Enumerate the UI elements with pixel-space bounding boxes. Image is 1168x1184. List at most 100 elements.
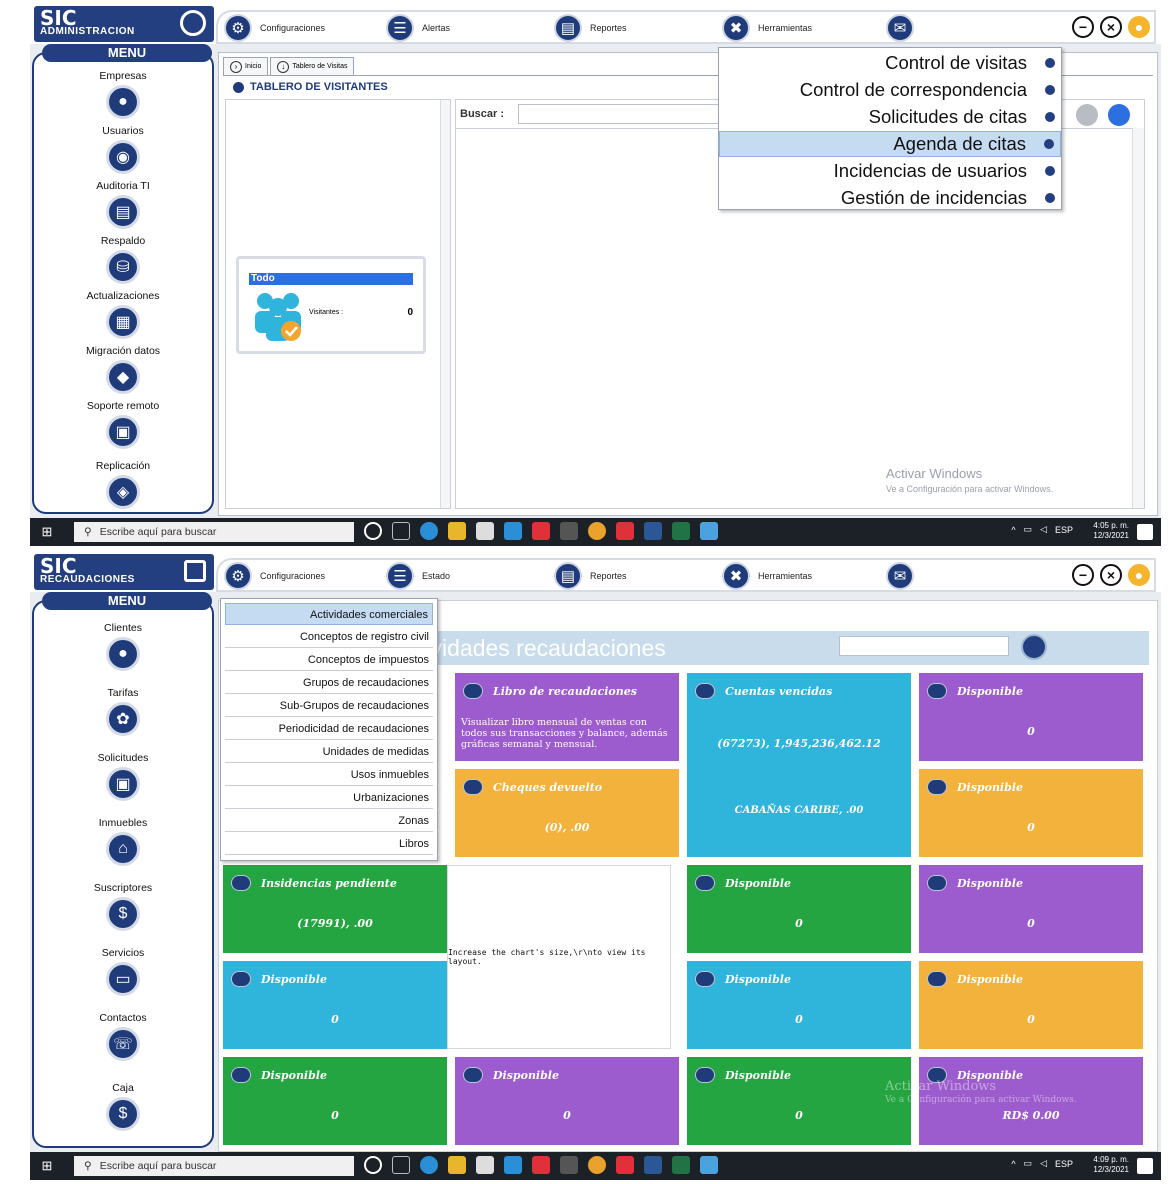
lang-indicator[interactable]: ESP bbox=[1055, 525, 1073, 535]
excel-icon[interactable] bbox=[672, 1156, 690, 1174]
tile-disponible[interactable]: Disponible 0 bbox=[223, 961, 447, 1049]
volume-icon[interactable]: ◁ bbox=[1040, 524, 1047, 535]
nav-alertas[interactable]: ☰ Alertas bbox=[386, 14, 450, 42]
chevron-up-icon[interactable]: ^ bbox=[1011, 1159, 1015, 1169]
tile-disponible[interactable]: Disponible 0 bbox=[919, 673, 1143, 761]
edge-icon[interactable] bbox=[420, 1156, 438, 1174]
taskbar-search[interactable]: ⚲ Escribe aquí para buscar bbox=[74, 522, 354, 542]
sidebar-item-soporte[interactable]: Soporte remoto ▣ bbox=[34, 400, 212, 449]
nav-configuraciones[interactable]: ⚙ Configuraciones bbox=[224, 14, 325, 42]
menu-item-grupos-recaudaciones[interactable]: Grupos de recaudaciones bbox=[225, 672, 433, 694]
tile-insidencias-pendiente[interactable]: Insidencias pendiente (17991), .00 bbox=[223, 865, 447, 953]
cortana-icon[interactable] bbox=[364, 522, 382, 540]
windows-start-icon[interactable]: ⊞ bbox=[34, 522, 60, 542]
menu-item-actividades-comerciales[interactable]: Actividades comerciales bbox=[225, 603, 433, 625]
sidebar-item-usuarios[interactable]: Usuarios ◉ bbox=[34, 125, 212, 174]
tile-disponible[interactable]: Disponible 0 bbox=[919, 865, 1143, 953]
menu-item-unidades-medidas[interactable]: Unidades de medidas bbox=[225, 741, 433, 763]
cortana-icon[interactable] bbox=[364, 1156, 382, 1174]
edge-icon[interactable] bbox=[420, 522, 438, 540]
sidebar-item-solicitudes[interactable]: Solicitudes ▣ bbox=[34, 752, 212, 801]
nav-herramientas[interactable]: ✖ Herramientas bbox=[722, 562, 812, 590]
dashboard-search-input[interactable] bbox=[839, 636, 1009, 656]
word-icon[interactable] bbox=[644, 1156, 662, 1174]
windows-start-icon[interactable]: ⊞ bbox=[34, 1156, 60, 1176]
app-icon[interactable] bbox=[532, 522, 550, 540]
nav-mail[interactable]: ✉ bbox=[886, 562, 914, 590]
sidebar-item-servicios[interactable]: Servicios ▭ bbox=[34, 947, 212, 996]
taskbar-search[interactable]: ⚲ Escribe aquí para buscar bbox=[74, 1156, 354, 1176]
sidebar-item-suscriptores[interactable]: Suscriptores $ bbox=[34, 882, 212, 931]
file-explorer-icon[interactable] bbox=[448, 522, 466, 540]
tile-cheques-devuelto[interactable]: Cheques devuelto (0), .00 bbox=[455, 769, 679, 857]
chrome-icon[interactable] bbox=[588, 522, 606, 540]
menu-item-libros[interactable]: Libros bbox=[225, 833, 433, 855]
scrollbar[interactable] bbox=[440, 100, 450, 508]
app-icon[interactable] bbox=[560, 522, 578, 540]
user-icon[interactable]: ● bbox=[1128, 16, 1150, 38]
network-icon[interactable]: ▭ bbox=[1024, 524, 1033, 535]
mail-app-icon[interactable] bbox=[504, 1156, 522, 1174]
menu-item-control-correspondencia[interactable]: Control de correspondencia bbox=[719, 77, 1061, 103]
minimize-icon[interactable]: − bbox=[1072, 564, 1094, 586]
sidebar-item-migracion[interactable]: Migración datos ◆ bbox=[34, 345, 212, 394]
sidebar-item-inmuebles[interactable]: Inmuebles ⌂ bbox=[34, 817, 212, 866]
tile-disponible[interactable]: Disponible 0 bbox=[455, 1057, 679, 1145]
menu-item-agenda-citas[interactable]: Agenda de citas bbox=[719, 131, 1061, 157]
tile-disponible[interactable]: Disponible 0 bbox=[687, 865, 911, 953]
menu-item-conceptos-impuestos[interactable]: Conceptos de impuestos bbox=[225, 649, 433, 671]
chart-icon[interactable] bbox=[1021, 634, 1047, 660]
user-icon[interactable]: ● bbox=[1128, 564, 1150, 586]
nav-reportes[interactable]: ▤ Reportes bbox=[554, 14, 627, 42]
menu-item-subgrupos-recaudaciones[interactable]: Sub-Grupos de recaudaciones bbox=[225, 695, 433, 717]
word-icon[interactable] bbox=[644, 522, 662, 540]
sidebar-item-caja[interactable]: Caja $ bbox=[34, 1082, 212, 1131]
network-icon[interactable]: ▭ bbox=[1024, 1158, 1033, 1169]
chevron-up-icon[interactable]: ^ bbox=[1011, 525, 1015, 535]
grid-icon[interactable] bbox=[1108, 104, 1130, 126]
sidebar-item-tarifas[interactable]: Tarifas ✿ bbox=[34, 687, 212, 736]
nav-configuraciones[interactable]: ⚙ Configuraciones bbox=[224, 562, 325, 590]
sidebar-item-respaldo[interactable]: Respaldo ⛁ bbox=[34, 235, 212, 284]
menu-item-urbanizaciones[interactable]: Urbanizaciones bbox=[225, 787, 433, 809]
print-icon[interactable] bbox=[1076, 104, 1098, 126]
sidebar-item-replicacion[interactable]: Replicación ◈ bbox=[34, 460, 212, 509]
clock[interactable]: 4:05 p. m. 12/3/2021 bbox=[1093, 521, 1129, 541]
notification-icon[interactable] bbox=[1137, 1158, 1153, 1174]
app-icon[interactable] bbox=[700, 1156, 718, 1174]
lang-indicator[interactable]: ESP bbox=[1055, 1159, 1073, 1169]
app-icon[interactable] bbox=[616, 1156, 634, 1174]
app-icon[interactable] bbox=[700, 522, 718, 540]
menu-item-periodicidad-recaudaciones[interactable]: Periodicidad de recaudaciones bbox=[225, 718, 433, 740]
app-icon[interactable] bbox=[532, 1156, 550, 1174]
mail-app-icon[interactable] bbox=[504, 522, 522, 540]
store-icon[interactable] bbox=[476, 1156, 494, 1174]
task-view-icon[interactable] bbox=[392, 1156, 410, 1174]
tab-inicio[interactable]: › Inicio bbox=[223, 57, 269, 75]
tab-tablero-visitas[interactable]: ↓ Tablero de Visitas bbox=[270, 57, 355, 75]
task-view-icon[interactable] bbox=[392, 522, 410, 540]
menu-item-gestion-incidencias[interactable]: Gestión de incidencias bbox=[719, 185, 1061, 211]
tile-disponible[interactable]: Disponible 0 bbox=[919, 961, 1143, 1049]
menu-item-zonas[interactable]: Zonas bbox=[225, 810, 433, 832]
store-icon[interactable] bbox=[476, 522, 494, 540]
minimize-icon[interactable]: − bbox=[1072, 16, 1094, 38]
tile-disponible[interactable]: Disponible RD$ 0.00 Activar Windows Ve a… bbox=[885, 1057, 1143, 1145]
volume-icon[interactable]: ◁ bbox=[1040, 1158, 1047, 1169]
tile-disponible[interactable]: Disponible 0 bbox=[919, 769, 1143, 857]
nav-estado[interactable]: ☰ Estado bbox=[386, 562, 450, 590]
sidebar-item-auditoria[interactable]: Auditoria TI ▤ bbox=[34, 180, 212, 229]
tile-cuentas-vencidas[interactable]: Cuentas vencidas (67273), 1,945,236,462.… bbox=[687, 673, 911, 857]
sidebar-item-clientes[interactable]: Clientes ● bbox=[34, 622, 212, 671]
close-icon[interactable]: × bbox=[1100, 564, 1122, 586]
sidebar-item-empresas[interactable]: Empresas ● bbox=[34, 70, 212, 119]
scrollbar[interactable] bbox=[1132, 128, 1144, 508]
chrome-icon[interactable] bbox=[588, 1156, 606, 1174]
nav-reportes[interactable]: ▤ Reportes bbox=[554, 562, 627, 590]
file-explorer-icon[interactable] bbox=[448, 1156, 466, 1174]
notification-icon[interactable] bbox=[1137, 524, 1153, 540]
excel-icon[interactable] bbox=[672, 522, 690, 540]
sidebar-item-contactos[interactable]: Contactos ☏ bbox=[34, 1012, 212, 1061]
app-icon[interactable] bbox=[560, 1156, 578, 1174]
visitor-card[interactable]: Todo Visitantes : 0 bbox=[236, 256, 426, 354]
